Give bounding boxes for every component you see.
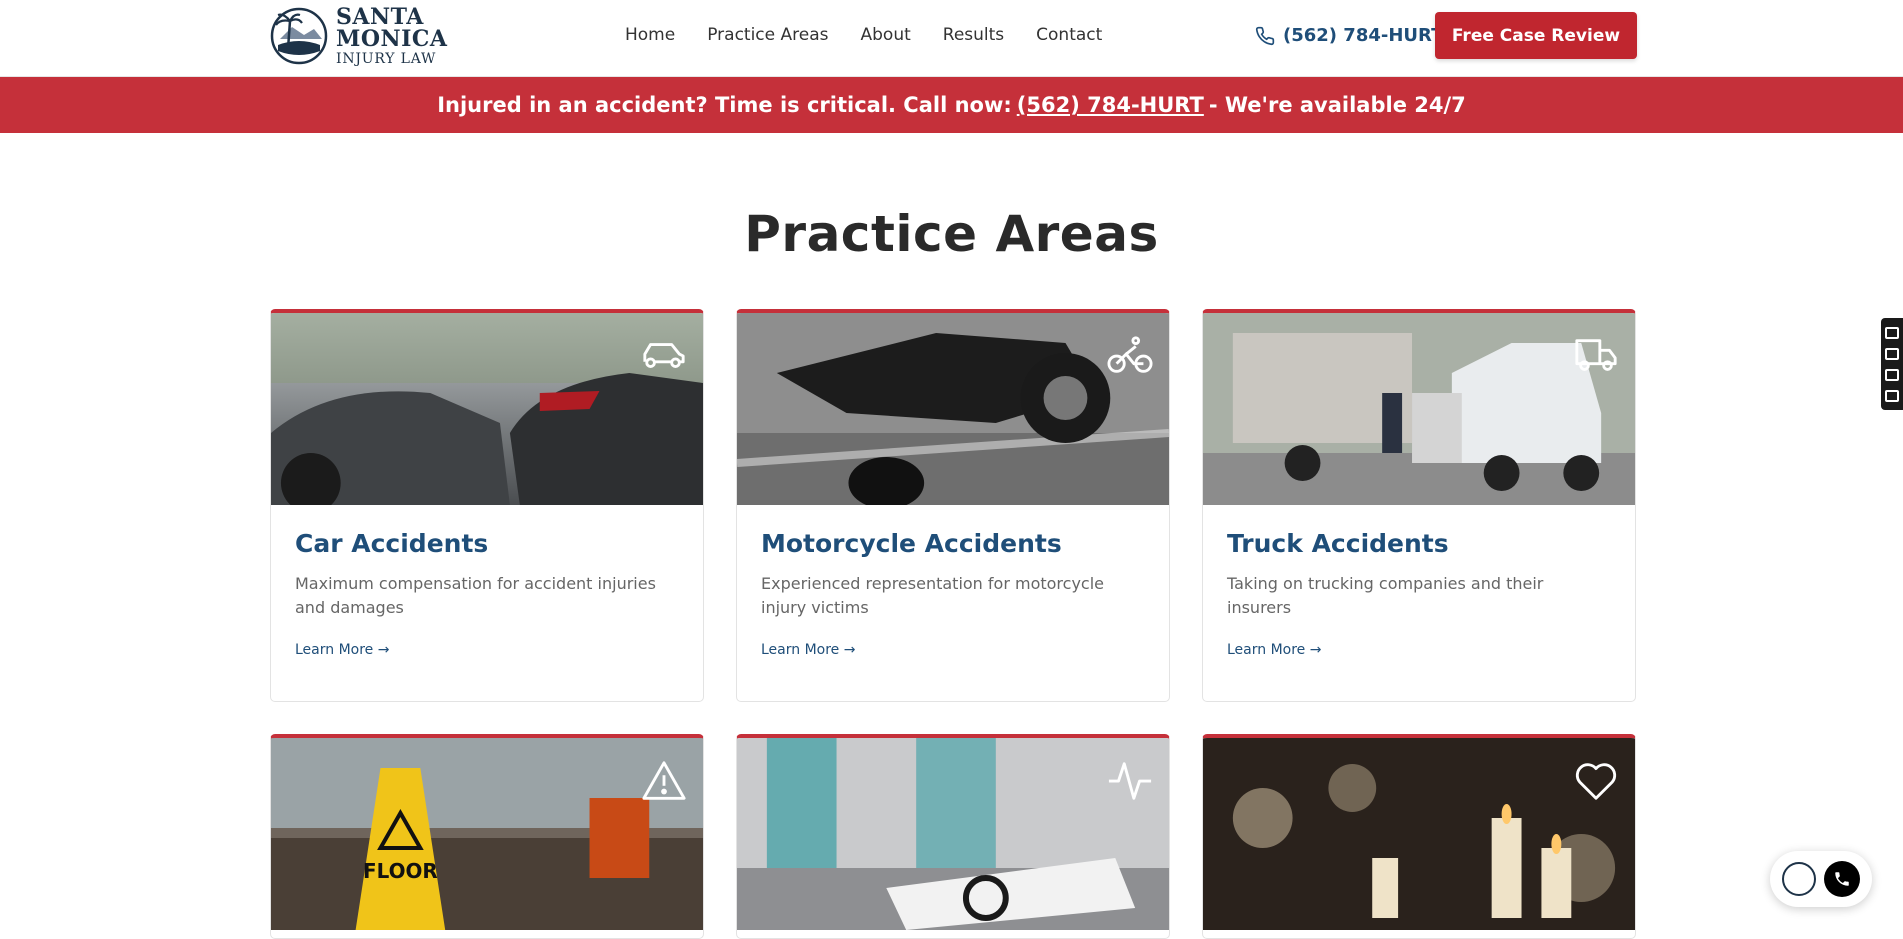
video-icon[interactable] [1885,347,1899,360]
call-button[interactable] [1824,861,1860,897]
wrongful-death-image [1203,738,1635,930]
card-title: Motorcycle Accidents [761,529,1062,558]
banner-phone-link[interactable]: (562) 784-HURT [1017,93,1204,117]
practice-card-wrongful-death[interactable] [1202,734,1636,939]
brand-line-3: INJURY LAW [336,51,437,67]
nav-home[interactable]: Home [625,25,675,45]
site-logo[interactable]: SANTA MONICA INJURY LAW [270,6,448,66]
heart-icon [1575,763,1617,800]
truck-accident-image [1203,313,1635,505]
side-toolbar[interactable] [1881,318,1903,410]
palm-logo-icon [270,7,328,65]
nav-contact[interactable]: Contact [1036,25,1102,45]
nav-practice-areas[interactable]: Practice Areas [707,25,828,45]
practice-card-medical[interactable] [736,734,1170,939]
truck-icon [1575,339,1617,371]
wet-floor-sign-text: FLOOR [363,859,438,883]
practice-card-slip-fall[interactable]: FLOOR [270,734,704,939]
page-title: Practice Areas [744,205,1159,263]
learn-more-link[interactable]: Learn More → [761,642,855,658]
phone-icon [1255,26,1275,45]
card-description: Taking on trucking companies and their i… [1227,574,1544,617]
medical-malpractice-image [737,738,1169,930]
banner-lead-text: Injured in an accident? Time is critical… [437,93,1012,117]
card-description: Experienced representation for motorcycl… [761,574,1104,617]
learn-more-link[interactable]: Learn More → [1227,642,1321,658]
nav-results[interactable]: Results [943,25,1004,45]
header-phone-link[interactable]: (562) 784-HURT [1255,25,1443,46]
site-header: SANTA MONICA INJURY LAW Home Practice Ar… [0,0,1903,77]
activity-icon [1108,762,1152,800]
floating-contact-widget[interactable] [1770,851,1872,907]
brand-line-2: MONICA [336,26,448,52]
practice-card-truck[interactable]: Truck Accidents Taking on trucking compa… [1202,309,1636,702]
practice-card-car[interactable]: Car Accidents Maximum compensation for a… [270,309,704,702]
car-accident-image [271,313,703,505]
card-title: Truck Accidents [1227,529,1449,558]
learn-more-link[interactable]: Learn More → [295,642,389,658]
brand-wordmark: SANTA MONICA INJURY LAW [336,6,448,66]
card-title: Car Accidents [295,529,489,558]
camera-icon[interactable] [1885,326,1899,339]
brand-line-1: SANTA [336,4,424,30]
practice-card-motorcycle[interactable]: Motorcycle Accidents Experienced represe… [736,309,1170,702]
screen-icon[interactable] [1885,368,1899,381]
bike-icon [1107,336,1153,373]
car-icon [643,343,685,368]
main-nav: Home Practice Areas About Results Contac… [625,25,1102,45]
warning-icon [642,761,686,800]
urgent-banner: Injured in an accident? Time is critical… [0,77,1903,133]
banner-tail-text: - We're available 24/7 [1208,93,1466,117]
card-description: Maximum compensation for accident injuri… [295,574,656,617]
free-case-review-button[interactable]: Free Case Review [1435,12,1637,59]
header-phone-number: (562) 784-HURT [1283,25,1444,46]
motorcycle-accident-image [737,313,1169,505]
nav-about[interactable]: About [861,25,911,45]
settings-icon[interactable] [1885,389,1899,402]
phone-icon [1835,872,1849,886]
chat-logo-icon[interactable] [1782,862,1816,896]
slip-fall-image: FLOOR [271,738,703,930]
